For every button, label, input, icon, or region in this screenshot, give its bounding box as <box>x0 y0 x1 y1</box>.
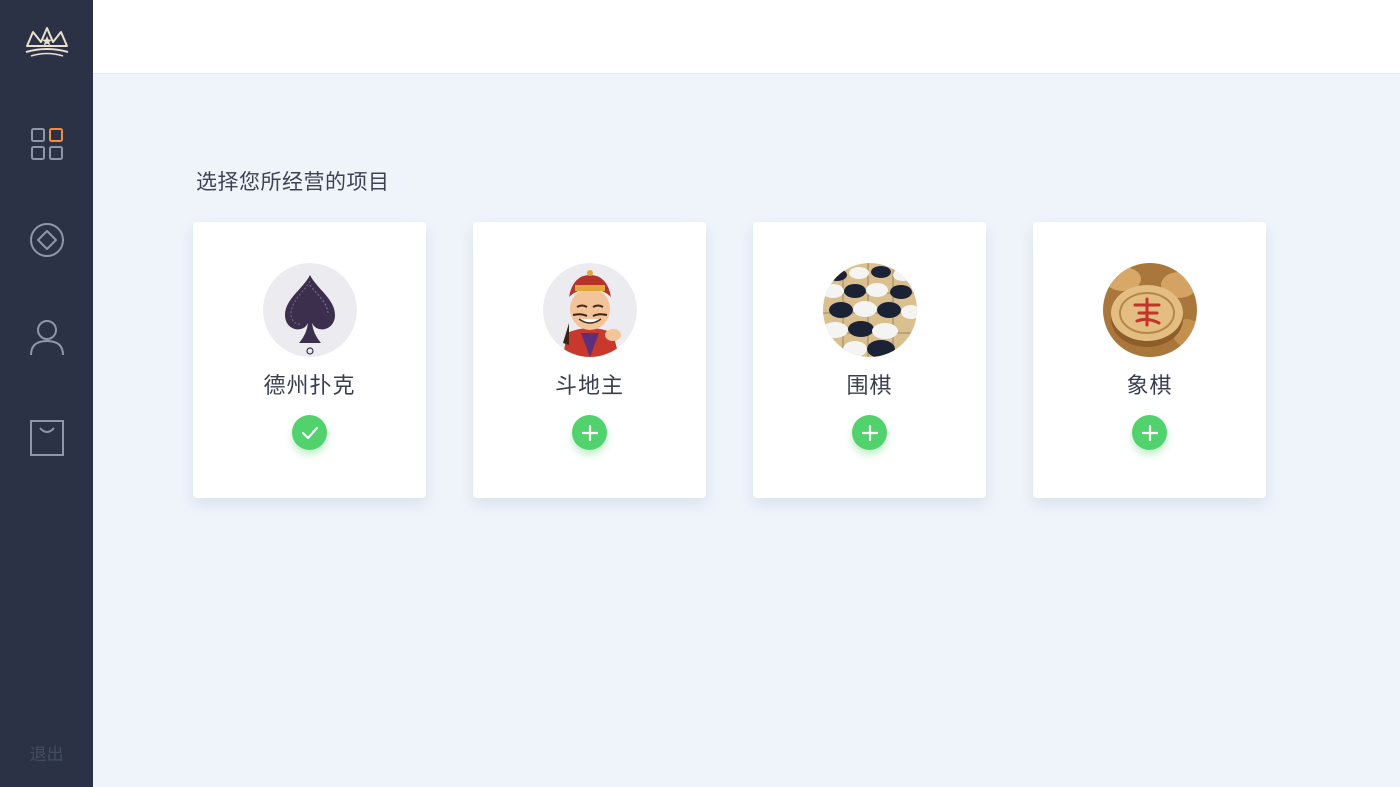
project-card-doudizhu[interactable]: 斗地主 <box>473 222 706 498</box>
user-icon <box>29 320 64 356</box>
chinese-chess-piece-image <box>1103 263 1197 357</box>
add-button[interactable] <box>572 415 607 450</box>
logout-button[interactable]: 退出 <box>0 740 93 765</box>
card-title: 围棋 <box>846 374 893 399</box>
landlord-character-avatar <box>543 263 637 357</box>
top-bar <box>93 0 1400 74</box>
plus-icon <box>581 424 598 441</box>
go-stones-image <box>823 263 917 357</box>
crown-cards-logo-icon <box>23 24 71 60</box>
selected-button[interactable] <box>292 415 327 450</box>
page-title: 选择您所经营的项目 <box>196 170 390 194</box>
nav-dashboard[interactable] <box>0 114 93 174</box>
project-card-texas-holdem[interactable]: 德州扑克 <box>193 222 426 498</box>
grid-apps-icon <box>30 128 63 160</box>
card-title: 斗地主 <box>554 374 624 399</box>
sidebar: 退出 <box>0 0 93 787</box>
project-card-go[interactable]: 围棋 <box>753 222 986 498</box>
shopping-bag-icon <box>29 420 64 456</box>
nav-diamond[interactable] <box>0 210 93 270</box>
diamond-icon <box>29 223 64 257</box>
add-button[interactable] <box>1132 415 1167 450</box>
project-card-xiangqi[interactable]: 象棋 <box>1033 222 1266 498</box>
nav-bag[interactable] <box>0 408 93 468</box>
card-title: 象棋 <box>1126 374 1173 399</box>
nav-user[interactable] <box>0 307 93 367</box>
card-title: 德州扑克 <box>263 374 356 399</box>
plus-icon <box>861 424 878 441</box>
plus-icon <box>1141 424 1158 441</box>
spade-icon <box>263 263 357 357</box>
check-icon <box>301 426 318 439</box>
add-button[interactable] <box>852 415 887 450</box>
